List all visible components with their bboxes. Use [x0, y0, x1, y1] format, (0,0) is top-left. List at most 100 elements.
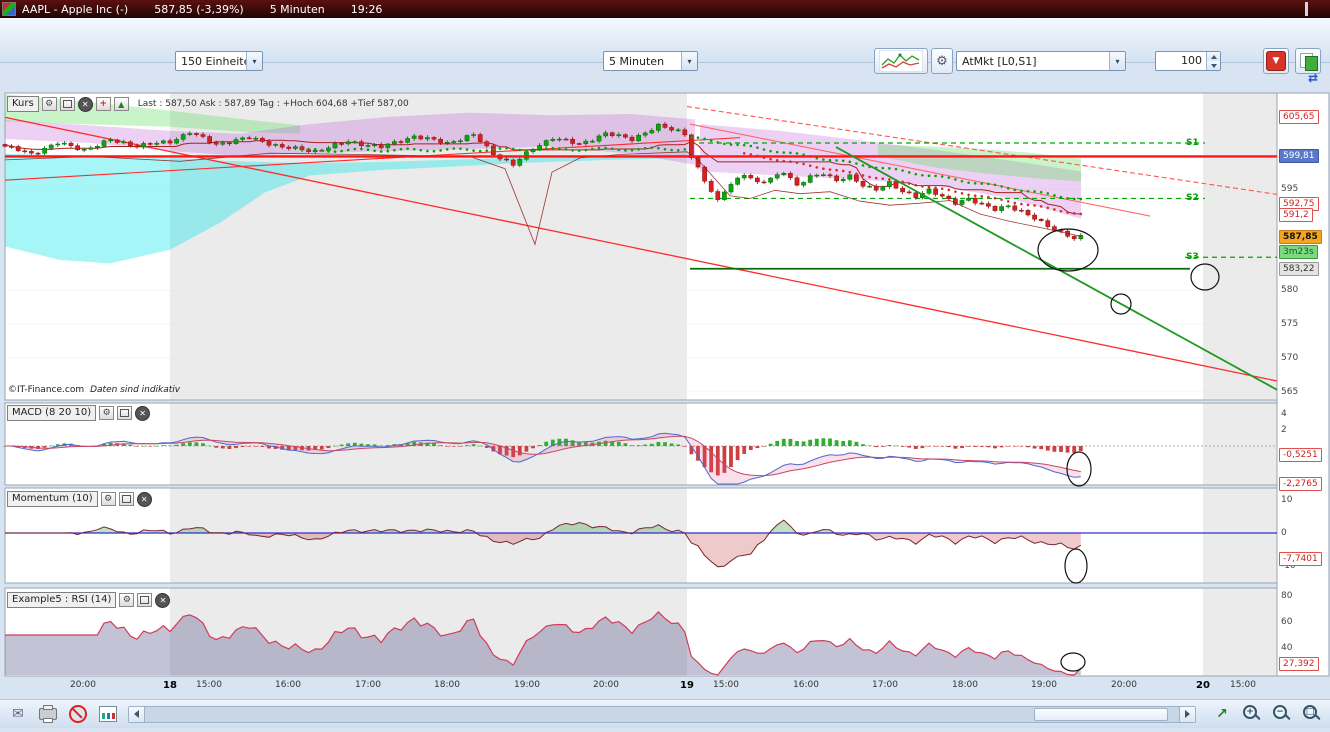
zoom-in-icon: + [1242, 704, 1262, 724]
support-level-label: S3 [1186, 252, 1199, 262]
time-axis-label: 15:00 [196, 680, 222, 690]
price-box-label: 592,75 [1279, 197, 1319, 211]
maximize-icon[interactable] [60, 97, 75, 111]
time-axis-label: 18:00 [434, 680, 460, 690]
chart-scrollbar[interactable] [128, 706, 1196, 723]
momentum-tick-label: -10 [1281, 561, 1296, 571]
titlebar-price: 587,85 (-3,39%) [154, 3, 243, 16]
detach-window-button[interactable]: ⇄ [1302, 70, 1324, 86]
zoom-fit-button[interactable]: □ [1300, 703, 1324, 725]
maximize-icon[interactable] [137, 593, 152, 607]
pane-label: Momentum (10) [7, 491, 98, 507]
detach-icon: ⇄ [1308, 71, 1318, 85]
quantity-increment-button[interactable] [1207, 52, 1220, 61]
close-icon[interactable]: ✕ [137, 492, 152, 507]
price-pane-header: Kurs ⚙ ✕ + ▲ Last : 587,50 Ask : 587,89 … [7, 96, 409, 112]
macd-value-box: -2,2765 [1279, 477, 1322, 491]
quantity-stepper[interactable]: 100 [1155, 51, 1221, 71]
close-icon[interactable]: ✕ [155, 593, 170, 608]
disable-button[interactable] [66, 703, 90, 725]
zoom-in-button[interactable]: + [1240, 703, 1264, 725]
close-icon[interactable]: ✕ [135, 406, 150, 421]
order-ticket-button[interactable]: ▼ [1263, 48, 1289, 74]
chart-style-button[interactable] [874, 48, 928, 74]
zoom-fit-icon: □ [1302, 704, 1322, 724]
order-type-value: AtMkt [L0,S1] [957, 55, 1109, 68]
time-axis: 20:001815:0016:0017:0018:0019:0020:00191… [0, 678, 1330, 694]
time-axis-label: 19:00 [514, 680, 540, 690]
price-tick-label: 580 [1281, 285, 1298, 295]
duplicate-chart-icon [1299, 52, 1317, 70]
rsi-tick-label: 60 [1281, 617, 1292, 627]
order-type-combobox[interactable]: AtMkt [L0,S1] ▾ [956, 51, 1126, 71]
add-indicator-icon[interactable]: + [96, 97, 111, 111]
chart-style-icon [879, 50, 923, 72]
time-axis-label: 18 [163, 680, 177, 691]
scrollbar-thumb[interactable] [1034, 708, 1168, 721]
scroll-right-button[interactable] [1179, 707, 1195, 722]
maximize-icon[interactable] [119, 492, 134, 506]
scroll-left-button[interactable] [129, 707, 145, 722]
buy-arrow-icon[interactable]: ▲ [114, 97, 129, 111]
wrench-icon[interactable]: ⚙ [42, 97, 57, 111]
quantity-value: 100 [1156, 52, 1206, 70]
pane-label: MACD (8 20 10) [7, 405, 96, 421]
statistics-button[interactable]: ↗ [1210, 703, 1234, 725]
time-axis-label: 18:00 [952, 680, 978, 690]
maximize-icon[interactable] [117, 406, 132, 420]
price-info-text: Last : 587,50 Ask : 587,89 Tag : +Hoch 6… [138, 99, 409, 109]
wrench-icon: ⚙ [936, 54, 948, 69]
macd-tick-label: 4 [1281, 409, 1287, 419]
titlebar-decoration [1305, 2, 1308, 16]
price-box-label: 599,81 [1279, 149, 1319, 163]
titlebar-time: 19:26 [351, 3, 383, 16]
price-tick-label: 565 [1281, 387, 1298, 397]
window-title: AAPL - Apple Inc (-) [22, 3, 128, 16]
no-ads-icon [69, 705, 87, 723]
support-level-label: S1 [1186, 138, 1199, 148]
print-button[interactable] [36, 703, 60, 725]
units-combobox[interactable]: 150 Einheiten ▾ [175, 51, 263, 71]
wrench-icon[interactable]: ⚙ [101, 492, 116, 506]
price-box-label: 591,2 [1279, 208, 1313, 222]
time-axis-label: 16:00 [793, 680, 819, 690]
price-box-label: 583,22 [1279, 262, 1319, 276]
macd-value-box: -0,5251 [1279, 448, 1322, 462]
mini-chart-icon [99, 706, 117, 722]
main-toolbar: 150 Einheiten ▾ 5 Minuten ▾ ⚙ AtMkt [L0,… [0, 18, 1330, 63]
time-axis-label: 17:00 [355, 680, 381, 690]
price-tick-label: 595 [1281, 184, 1298, 194]
zoom-out-button[interactable]: − [1270, 703, 1294, 725]
chevron-down-icon[interactable]: ▾ [246, 52, 262, 70]
rsi-tick-label: 80 [1281, 591, 1292, 601]
close-icon[interactable]: ✕ [78, 97, 93, 112]
quantity-decrement-button[interactable] [1207, 61, 1220, 70]
price-box-label: 3m23s [1279, 245, 1318, 259]
pane-label: Kurs [7, 96, 39, 112]
mini-chart-button[interactable] [96, 703, 120, 725]
timeframe-combobox[interactable]: 5 Minuten ▾ [603, 51, 698, 71]
timeframe-combobox-value: 5 Minuten [604, 55, 681, 68]
sell-ticket-icon: ▼ [1266, 51, 1286, 71]
stats-icon: ↗ [1216, 706, 1228, 722]
wrench-icon[interactable]: ⚙ [99, 406, 114, 420]
trading-window: AAPL - Apple Inc (-) 587,85 (-3,39%) 5 M… [0, 0, 1330, 732]
wrench-icon[interactable]: ⚙ [119, 593, 134, 607]
momentum-tick-label: 0 [1281, 528, 1287, 538]
mail-icon: ✉ [12, 706, 24, 722]
time-axis-label: 20:00 [1111, 680, 1137, 690]
mail-button[interactable]: ✉ [6, 703, 30, 725]
settings-button[interactable]: ⚙ [931, 48, 953, 74]
macd-tick-label: 2 [1281, 425, 1287, 435]
app-icon [2, 2, 16, 16]
time-axis-label: 19:00 [1031, 680, 1057, 690]
chevron-down-icon[interactable]: ▾ [681, 52, 697, 70]
rsi-pane-header: Example5 : RSI (14) ⚙ ✕ [7, 592, 170, 608]
time-axis-label: 17:00 [872, 680, 898, 690]
rsi-tick-label: 40 [1281, 643, 1292, 653]
rsi-value-box: 27,392 [1279, 657, 1319, 671]
chevron-down-icon[interactable]: ▾ [1109, 52, 1125, 70]
titlebar-timeframe: 5 Minuten [270, 3, 325, 16]
window-titlebar[interactable]: AAPL - Apple Inc (-) 587,85 (-3,39%) 5 M… [0, 0, 1330, 18]
time-axis-label: 20:00 [593, 680, 619, 690]
